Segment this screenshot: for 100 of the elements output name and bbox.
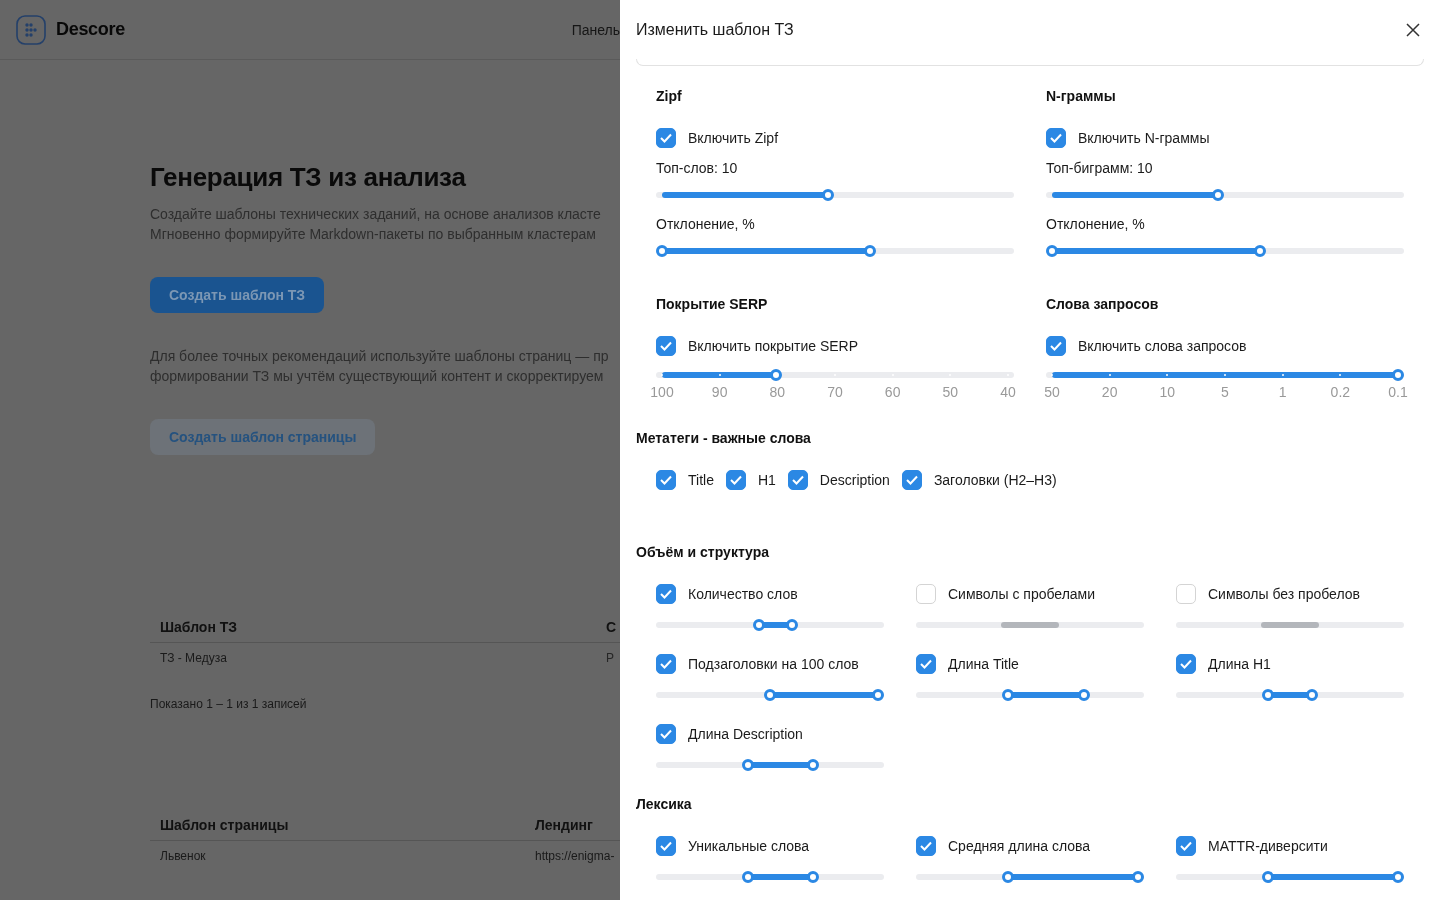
check-icon xyxy=(1180,659,1192,669)
tick-label: 100 xyxy=(650,384,674,400)
column-header: С xyxy=(606,619,617,635)
column-header: Шаблон страницы xyxy=(159,817,290,833)
check-icon xyxy=(660,841,672,851)
checkbox-label: Включить Zipf xyxy=(688,130,779,146)
slider-thumb[interactable] xyxy=(807,871,820,883)
create-page-template-button[interactable]: Создать шаблон страницы xyxy=(150,419,376,455)
check-icon xyxy=(1180,841,1192,851)
slider-thumb[interactable] xyxy=(1392,871,1404,883)
checkbox-label: Включить N-граммы xyxy=(1078,130,1210,146)
tick-label: 60 xyxy=(884,384,901,400)
table-cell-text: ТЗ - Медуза xyxy=(159,651,228,665)
check-icon xyxy=(920,659,932,669)
slider-thumb[interactable] xyxy=(1262,871,1275,883)
check-icon xyxy=(920,841,932,851)
slider-thumb[interactable] xyxy=(1132,871,1144,883)
slider-thumb[interactable] xyxy=(656,245,668,257)
tick-label: 80 xyxy=(769,384,786,400)
checkbox-label: Заголовки (H2–H3) xyxy=(933,472,1057,488)
section-title: N-граммы xyxy=(1046,87,1117,106)
note-text: Для более точных рекомендаций используйте шаблоны страниц — пр xyxy=(150,347,610,366)
checkbox[interactable] xyxy=(901,470,922,490)
slider-thumb[interactable] xyxy=(764,689,776,701)
checkbox-label: Уникальные слова xyxy=(688,838,810,854)
check-icon xyxy=(660,475,672,485)
checkbox[interactable] xyxy=(787,470,808,490)
checkbox-label: Средняя длина слова xyxy=(948,838,1091,854)
slider-thumb[interactable] xyxy=(742,759,755,771)
slider-thumb[interactable] xyxy=(753,619,766,631)
create-spec-template-button[interactable]: Создать шаблон ТЗ xyxy=(150,277,325,313)
checkbox-label: Подзаголовки на 100 слов xyxy=(688,656,859,672)
checkbox[interactable] xyxy=(656,836,676,856)
tick-label: 40 xyxy=(1000,384,1016,400)
checkbox[interactable] xyxy=(656,654,676,674)
checkbox[interactable] xyxy=(916,836,936,856)
slider-thumb[interactable] xyxy=(1212,189,1225,201)
column-header: Шаблон ТЗ xyxy=(159,619,239,635)
checkbox[interactable] xyxy=(656,584,676,604)
column-header: Лендинг xyxy=(535,817,593,833)
check-icon xyxy=(1050,341,1062,351)
slider-thumb[interactable] xyxy=(1078,689,1090,701)
slider-thumb[interactable] xyxy=(872,689,884,701)
checkbox[interactable] xyxy=(916,654,936,674)
tick-label: 70 xyxy=(827,384,843,400)
slider-thumb[interactable] xyxy=(742,871,755,883)
note-text: формировании ТЗ мы учтём существующий контент и скорректируем xyxy=(150,367,605,386)
slider-thumb[interactable] xyxy=(785,619,798,631)
check-icon xyxy=(905,475,918,485)
slider-label: Топ-биграмм: 10 xyxy=(1046,159,1154,178)
slider-thumb[interactable] xyxy=(822,189,835,201)
checkbox[interactable] xyxy=(656,128,676,148)
checkbox[interactable] xyxy=(1046,336,1066,356)
slider-label: Топ-слов: 10 xyxy=(656,159,739,178)
checkbox-label: Символы с пробелами xyxy=(948,586,1096,602)
logo-icon xyxy=(16,14,46,45)
checkbox[interactable] xyxy=(725,470,746,490)
slider-thumb[interactable] xyxy=(1305,689,1318,701)
checkbox-label: Включить покрытие SERP xyxy=(688,338,859,354)
slider-thumb[interactable] xyxy=(1253,245,1266,257)
checkbox[interactable] xyxy=(1176,836,1196,856)
brand-name: Descore xyxy=(56,19,125,40)
checkbox-label: Description xyxy=(819,472,890,488)
tick-label: 10 xyxy=(1159,384,1176,400)
checkbox[interactable] xyxy=(656,336,676,356)
close-icon[interactable] xyxy=(1406,23,1420,37)
slider-label: Отклонение, % xyxy=(1046,215,1146,234)
checkbox-label: Длина Title xyxy=(948,656,1019,672)
tick-label: 0.1 xyxy=(1388,384,1408,400)
nav-link[interactable]: Панель xyxy=(571,21,620,38)
page-title: Генерация ТЗ из анализа xyxy=(150,161,467,194)
slider-thumb[interactable] xyxy=(770,369,783,381)
checkbox[interactable] xyxy=(1176,654,1196,674)
checkbox[interactable] xyxy=(656,724,676,744)
check-icon xyxy=(729,475,742,485)
slider-thumb[interactable] xyxy=(1262,689,1275,701)
check-icon xyxy=(660,729,672,739)
check-icon xyxy=(660,589,672,599)
slider-thumb[interactable] xyxy=(1002,871,1015,883)
slider-thumb[interactable] xyxy=(863,245,876,257)
table-cell: Р xyxy=(606,651,614,665)
slider-thumb[interactable] xyxy=(1392,369,1404,381)
section-title: Покрытие SERP xyxy=(656,295,769,314)
tick-label: 0.2 xyxy=(1330,384,1351,400)
checkbox[interactable] xyxy=(656,470,676,490)
section-title: Лексика xyxy=(636,795,693,814)
table-cell-text: Львенок xyxy=(159,849,207,863)
check-icon xyxy=(660,133,672,143)
checkbox[interactable] xyxy=(1046,128,1066,148)
slider-thumb[interactable] xyxy=(1046,245,1058,257)
section-title: Метатеги - важные слова xyxy=(636,429,812,448)
slider-thumb[interactable] xyxy=(1002,689,1015,701)
checkbox-label: Title xyxy=(688,472,714,488)
description-text: Мгновенно формируйте Markdown-пакеты по выбранным кластерам xyxy=(150,225,597,244)
description-text: Создайте шаблоны технических заданий, на основе анализов класте xyxy=(150,205,602,224)
drawer-title: Изменить шаблон ТЗ xyxy=(636,21,794,39)
checkbox-label: MATTR-диверсити xyxy=(1208,838,1328,854)
table-cell: https://enigma- xyxy=(535,849,615,863)
slider-thumb[interactable] xyxy=(807,759,820,771)
check-icon xyxy=(660,341,672,351)
